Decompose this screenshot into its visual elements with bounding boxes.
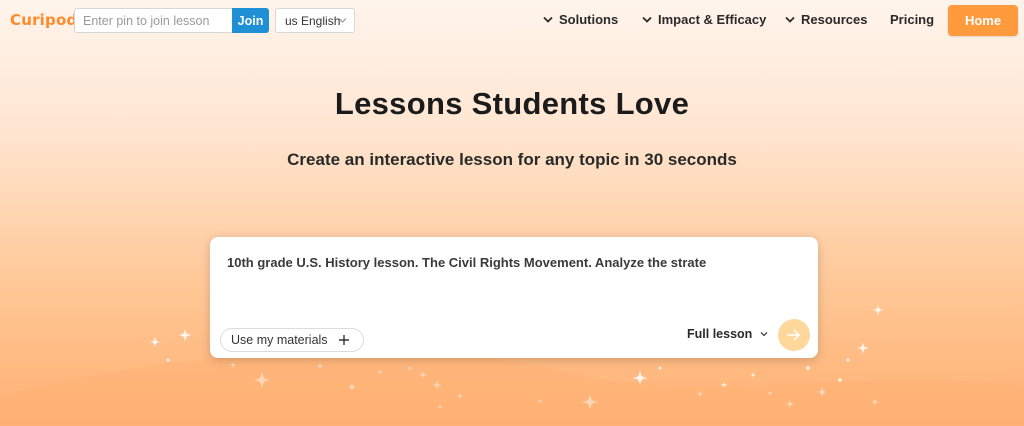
use-materials-label: Use my materials [231,333,328,347]
nav-pricing-label: Pricing [890,12,935,27]
sparkles-decoration [149,304,884,411]
home-button[interactable]: Home [948,5,1018,36]
nav-solutions[interactable]: Solutions [543,12,618,27]
nav-impact-efficacy[interactable]: Impact & Efficacy [642,12,766,27]
nav-resources-label: Resources [801,12,868,27]
chevron-down-icon [338,18,347,23]
use-materials-button[interactable]: Use my materials [220,328,364,352]
arrow-right-icon [787,329,800,341]
plus-icon [338,335,349,345]
join-button[interactable]: Join [232,8,269,33]
generate-button[interactable] [778,319,810,351]
nav-impact-efficacy-label: Impact & Efficacy [658,12,767,27]
language-select[interactable]: us English [275,8,355,33]
chevron-down-icon [785,16,795,23]
prompt-card: 10th grade U.S. History lesson. The Civi… [210,237,818,358]
chevron-down-icon [760,332,768,337]
nav-resources[interactable]: Resources [785,12,867,27]
prompt-input[interactable]: 10th grade U.S. History lesson. The Civi… [227,255,797,270]
chevron-down-icon [543,16,553,23]
join-pin-group: Join [74,8,269,33]
page-subtitle: Create an interactive lesson for any top… [287,150,737,169]
page-title: Lessons Students Love [334,86,690,121]
lesson-type-select[interactable]: Full lesson [687,327,768,341]
curipod-logo[interactable]: Curipod [10,11,77,29]
pin-input[interactable] [74,8,232,33]
lesson-type-value: Full lesson [687,327,753,341]
language-value: us English [285,13,341,28]
nav-pricing[interactable]: Pricing [890,12,934,27]
nav-solutions-label: Solutions [559,12,619,27]
chevron-down-icon [642,16,652,23]
top-nav: Curipod Join us English Solutions Impact… [0,0,1024,42]
